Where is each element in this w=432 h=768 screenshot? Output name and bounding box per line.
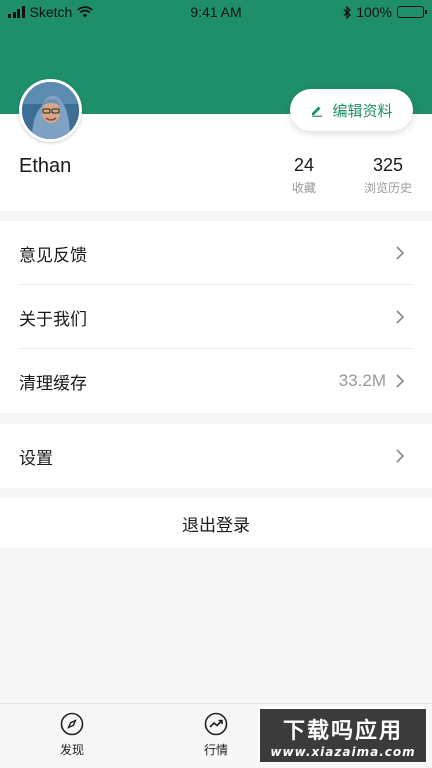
chevron-right-icon bbox=[396, 449, 405, 463]
logout-button[interactable]: 退出登录 bbox=[0, 498, 432, 548]
menu-group-main: 意见反馈 关于我们 清理缓存 33.2M bbox=[0, 221, 432, 413]
edit-profile-button[interactable]: 编辑资料 bbox=[290, 89, 413, 131]
cache-size: 33.2M bbox=[338, 371, 386, 390]
menu-item-clear-cache[interactable]: 清理缓存 33.2M bbox=[0, 349, 432, 413]
chevron-right-icon bbox=[396, 374, 405, 388]
battery-percent: 100% bbox=[356, 4, 392, 20]
watermark-overlay: 下载吗应用 www.xiazaima.com bbox=[258, 707, 428, 764]
username: Ethan bbox=[19, 155, 72, 177]
menu-item-about[interactable]: 关于我们 bbox=[0, 285, 432, 349]
edit-profile-label: 编辑资料 bbox=[332, 101, 393, 120]
menu-item-feedback[interactable]: 意见反馈 bbox=[0, 221, 432, 285]
favorites-label: 收藏 bbox=[291, 181, 316, 195]
tab-discover[interactable]: 发现 bbox=[37, 712, 107, 758]
battery-icon bbox=[397, 6, 427, 18]
chevron-right-icon bbox=[396, 310, 405, 324]
tab-label: 发现 bbox=[59, 743, 84, 757]
status-right: 100% bbox=[343, 4, 427, 20]
logout-label: 退出登录 bbox=[182, 515, 250, 536]
history-count: 325 bbox=[372, 155, 404, 175]
menu-group-settings: 设置 bbox=[0, 424, 432, 488]
tab-market[interactable]: 行情 bbox=[181, 712, 251, 758]
tab-label: 行情 bbox=[203, 743, 228, 757]
bluetooth-icon bbox=[343, 5, 352, 19]
menu-item-label: 设置 bbox=[19, 448, 53, 469]
compass-icon bbox=[60, 712, 84, 736]
history-label: 浏览历史 bbox=[363, 181, 412, 195]
menu-item-label: 清理缓存 bbox=[19, 373, 87, 394]
status-bar: Sketch 9:41 AM 100% bbox=[0, 0, 432, 24]
avatar-image bbox=[22, 82, 79, 139]
avatar[interactable] bbox=[19, 79, 82, 142]
pencil-icon bbox=[312, 106, 323, 117]
favorites-count: 24 bbox=[293, 155, 315, 175]
trend-up-icon bbox=[204, 712, 228, 736]
watermark-url: www.xiazaima.com bbox=[270, 744, 416, 759]
menu-item-settings[interactable]: 设置 bbox=[0, 424, 432, 488]
menu-item-label: 意见反馈 bbox=[19, 245, 87, 266]
stat-history[interactable]: 325 浏览历史 bbox=[358, 155, 418, 196]
menu-item-label: 关于我们 bbox=[19, 309, 87, 330]
watermark-title: 下载吗应用 bbox=[282, 718, 403, 744]
stat-favorites[interactable]: 24 收藏 bbox=[276, 155, 332, 196]
chevron-right-icon bbox=[396, 246, 405, 260]
